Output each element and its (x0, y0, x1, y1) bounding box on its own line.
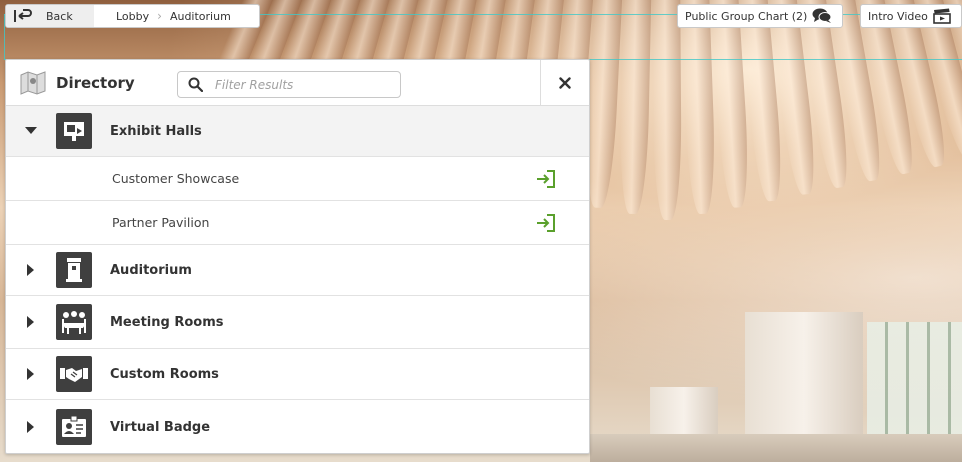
directory-panel: Directory Exhibit Halls (5, 59, 590, 454)
filter-input[interactable] (215, 77, 385, 92)
podium-icon (56, 252, 92, 288)
badge-icon (56, 409, 92, 445)
breadcrumb: Lobby › Auditorium (94, 9, 231, 23)
category-auditorium[interactable]: Auditorium (6, 245, 589, 296)
close-icon (559, 77, 571, 89)
list-item-partner-pavilion[interactable]: Partner Pavilion (6, 201, 589, 245)
category-label: Virtual Badge (110, 419, 211, 435)
category-label: Auditorium (110, 262, 192, 278)
enter-room-icon[interactable] (536, 169, 556, 189)
navigation-bar: Back Lobby › Auditorium (5, 4, 260, 28)
caret-right-icon[interactable] (6, 316, 56, 328)
intro-video-button[interactable]: Intro Video (860, 4, 962, 28)
floor (590, 434, 962, 462)
category-label: Meeting Rooms (110, 314, 224, 330)
category-virtual-badge[interactable]: Virtual Badge (6, 400, 589, 454)
clapperboard-icon (933, 8, 951, 24)
category-label: Custom Rooms (110, 366, 219, 382)
enter-room-icon[interactable] (536, 213, 556, 233)
caret-right-icon[interactable] (6, 421, 56, 433)
breadcrumb-auditorium[interactable]: Auditorium (170, 10, 231, 23)
caret-down-icon[interactable] (6, 127, 56, 135)
list-item-customer-showcase[interactable]: Customer Showcase (6, 157, 589, 201)
breadcrumb-lobby[interactable]: Lobby (116, 10, 149, 23)
back-icon (14, 9, 32, 22)
meeting-icon (56, 304, 92, 340)
ceiling-fin (680, 0, 717, 215)
handshake-icon (56, 356, 92, 392)
list-item-label: Customer Showcase (112, 171, 240, 186)
ceiling-fin (652, 0, 682, 221)
back-label: Back (46, 9, 73, 23)
category-label: Exhibit Halls (110, 123, 202, 139)
caret-right-icon[interactable] (6, 368, 56, 380)
back-button[interactable]: Back (6, 5, 94, 27)
category-custom-rooms[interactable]: Custom Rooms (6, 349, 589, 400)
filter-search-box[interactable] (177, 71, 401, 98)
directory-header: Directory (6, 60, 589, 106)
category-exhibit-halls[interactable]: Exhibit Halls (6, 106, 589, 157)
category-meeting-rooms[interactable]: Meeting Rooms (6, 296, 589, 349)
video-label: Intro Video (868, 9, 928, 23)
close-button[interactable] (540, 60, 589, 106)
chat-bubbles-icon (812, 8, 832, 23)
search-icon (188, 77, 203, 92)
directory-title: Directory (56, 73, 135, 92)
list-item-label: Partner Pavilion (112, 215, 210, 230)
chart-label: Public Group Chart (2) (685, 9, 808, 23)
map-icon (20, 70, 46, 95)
caret-right-icon[interactable] (6, 264, 56, 276)
ceiling-fin (618, 0, 652, 215)
booth-icon (56, 113, 92, 149)
public-group-chart-button[interactable]: Public Group Chart (2) (677, 4, 843, 28)
breadcrumb-separator-icon: › (157, 9, 162, 23)
